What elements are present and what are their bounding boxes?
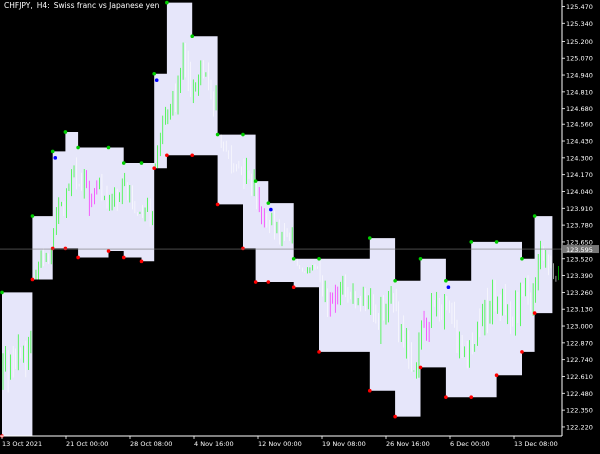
high-dot: [393, 278, 397, 283]
y-tick-label: 123.910: [566, 205, 593, 213]
y-tick-label: 123.520: [566, 255, 593, 263]
channel-layer: [2, 2, 553, 436]
y-tick-label: 124.810: [566, 88, 593, 96]
low-dot: [63, 246, 68, 251]
y-tick-label: 124.940: [566, 72, 593, 80]
high-dot: [165, 0, 169, 5]
low-dot: [190, 153, 195, 158]
y-tick-label: 124.560: [566, 121, 593, 129]
high-dot: [520, 256, 524, 261]
y-tick-label: 122.220: [566, 423, 593, 431]
high-dot: [532, 214, 537, 218]
x-tick-label: 21 Oct 00:00: [66, 440, 108, 448]
y-tick-label: 122.870: [566, 339, 593, 347]
x-tick-label: 12 Nov 00:00: [258, 440, 302, 448]
high-dot: [266, 201, 271, 205]
high-dot: [469, 240, 474, 244]
y-tick-label: 124.300: [566, 154, 593, 162]
y-tick-label: 125.200: [566, 38, 593, 46]
high-dot: [139, 161, 144, 165]
y-tick-label: 122.610: [566, 373, 593, 381]
high-dot: [30, 214, 35, 218]
low-dot: [532, 311, 537, 315]
high-dot: [291, 256, 296, 261]
x-tick-label: 6 Dec 00:00: [450, 440, 490, 448]
signal-dot: [53, 156, 58, 160]
y-tick-label: 125.340: [566, 20, 593, 28]
chart-area[interactable]: CHFJPY, H4: Swiss franc vs Japanese yen 12…: [0, 0, 600, 450]
timeframe-label: H4:: [36, 1, 50, 10]
low-dot: [139, 259, 144, 264]
high-dot: [367, 236, 372, 240]
y-tick-label: 123.130: [566, 306, 593, 314]
y-tick-label: 124.430: [566, 138, 593, 146]
low-dot: [494, 373, 499, 377]
low-dot: [393, 414, 397, 419]
low-dot: [418, 365, 423, 370]
symbol-description: Swiss franc vs Japanese yen: [53, 1, 160, 10]
y-tick-label: 122.350: [566, 407, 593, 415]
signal-dot: [446, 285, 451, 290]
y-tick-label: 124.680: [566, 105, 593, 113]
x-tick-label: 26 Nov 16:00: [386, 440, 430, 448]
signal-dot: [154, 78, 159, 83]
low-dot: [215, 202, 220, 207]
low-dot: [469, 395, 474, 399]
low-dot: [30, 277, 35, 282]
low-dot: [444, 395, 448, 399]
y-tick-label: 124.170: [566, 171, 593, 179]
y-tick-label: 122.480: [566, 390, 593, 398]
y-tick-label: 123.390: [566, 272, 593, 280]
high-dot: [152, 71, 156, 76]
high-dot: [0, 290, 4, 295]
x-tick-label: 28 Oct 08:00: [130, 440, 172, 448]
low-dot: [291, 285, 296, 290]
high-dot: [253, 179, 258, 183]
y-tick-label: 125.070: [566, 55, 593, 63]
y-tick-label: 123.650: [566, 238, 593, 246]
high-dot: [76, 145, 80, 150]
low-dot: [76, 255, 80, 260]
x-tick-label: 13 Dec 08:00: [514, 440, 558, 448]
y-tick-label: 122.740: [566, 356, 593, 364]
low-dot: [317, 350, 321, 354]
high-dot: [241, 132, 245, 137]
y-tick-label: 123.260: [566, 289, 593, 297]
x-tick-label: 13 Oct 2021: [2, 440, 42, 448]
channel-band: [2, 2, 553, 436]
high-dot: [494, 240, 499, 244]
y-tick-label: 123.000: [566, 323, 593, 331]
low-dot: [241, 246, 245, 251]
low-dot: [50, 246, 55, 251]
y-tick-label: 125.470: [566, 3, 593, 11]
chart-title: CHFJPY, H4: Swiss franc vs Japanese yen: [4, 1, 159, 10]
high-dot: [418, 256, 423, 261]
x-tick-label: 19 Nov 08:00: [322, 440, 366, 448]
high-dot: [63, 130, 68, 134]
current-price-label: 123.595: [566, 246, 593, 254]
symbol-label: CHFJPY,: [4, 1, 33, 10]
high-dot: [190, 34, 195, 39]
high-dot: [106, 145, 111, 150]
price-chart[interactable]: 123.595 125.470 125.340 125.200 125.070 124.…: [0, 0, 600, 450]
low-dot: [253, 280, 258, 284]
x-tick-label: 4 Nov 16:00: [194, 440, 234, 448]
y-tick-label: 123.780: [566, 222, 593, 230]
high-dot: [444, 278, 448, 283]
low-dot: [165, 153, 169, 158]
low-dot: [520, 350, 524, 354]
high-dot: [50, 149, 55, 154]
low-dot: [266, 280, 271, 284]
high-dot: [317, 256, 321, 261]
high-dot: [121, 161, 126, 165]
low-dot: [152, 166, 156, 170]
low-dot: [121, 255, 126, 260]
low-dot: [367, 388, 372, 393]
low-dot: [106, 249, 111, 253]
high-dot: [215, 132, 220, 137]
signal-dot: [269, 207, 273, 212]
y-tick-label: 124.040: [566, 188, 593, 196]
